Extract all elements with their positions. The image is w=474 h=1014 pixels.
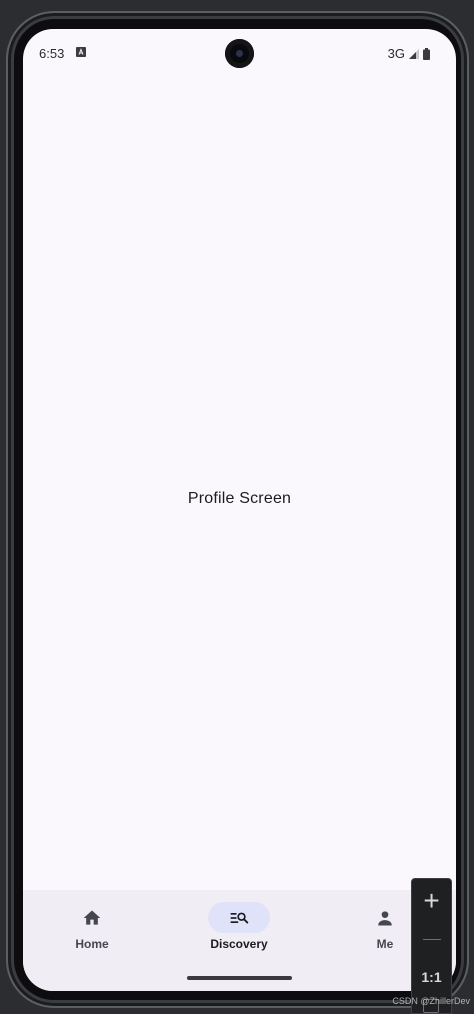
profile-content: Profile Screen (23, 77, 456, 890)
front-camera (225, 39, 254, 68)
emulator-zoom-panel: + 1:1 (411, 878, 452, 1014)
emulator-stage: 6:53 3G Profile Screen Home Discovery Me… (0, 0, 474, 1014)
bottom-navigation-bar: Home Discovery Me (23, 890, 456, 991)
nav-label-home: Home (75, 937, 109, 951)
zoom-reset-button[interactable]: 1:1 (412, 957, 451, 997)
signal-icon (409, 48, 419, 59)
device-screen: 6:53 3G Profile Screen Home Discovery Me (23, 29, 456, 991)
nav-pill-me (354, 902, 416, 933)
nav-label-discovery: Discovery (210, 937, 268, 951)
minus-icon (422, 938, 441, 940)
nav-pill-discovery (208, 902, 270, 933)
battery-icon (423, 47, 430, 60)
gesture-home-indicator[interactable] (187, 976, 292, 980)
status-indicators: 3G (388, 46, 430, 61)
status-bar: 6:53 3G (23, 29, 456, 77)
watermark: CSDN @ZhillerDev (392, 996, 470, 1006)
nav-item-home[interactable]: Home (42, 902, 142, 962)
nav-pill-home (61, 902, 123, 933)
network-type: 3G (387, 46, 405, 61)
person-icon (378, 910, 392, 925)
nav-item-discovery[interactable]: Discovery (189, 902, 289, 962)
zoom-in-button[interactable]: + (412, 881, 451, 921)
page-title: Profile Screen (187, 489, 292, 507)
discovery-search-icon (230, 912, 249, 923)
status-time: 6:53 (39, 46, 65, 61)
notification-icon (76, 47, 86, 57)
home-icon (83, 910, 101, 925)
zoom-out-button[interactable] (412, 919, 451, 959)
nav-label-me: Me (376, 937, 394, 951)
